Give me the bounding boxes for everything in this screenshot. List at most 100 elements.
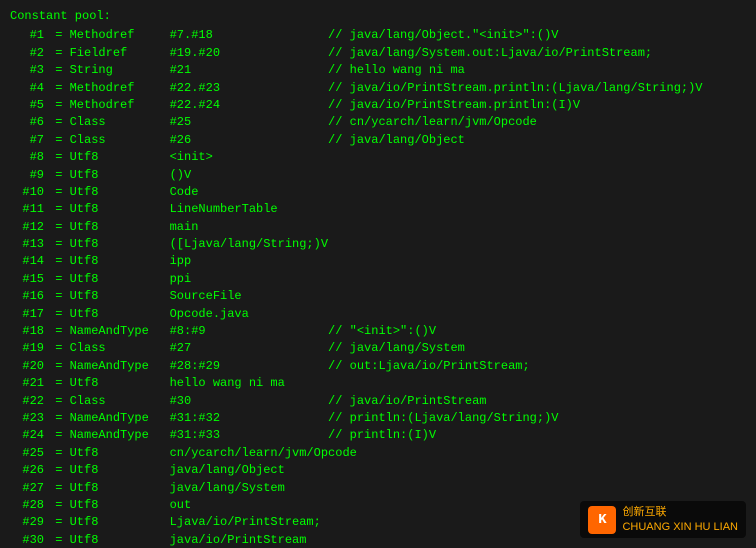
entry-comment: // java/lang/Object."<init>":()V (328, 27, 558, 44)
entry-comment: // java/io/PrintStream (328, 393, 486, 410)
entry-type: String (70, 62, 170, 79)
entry-type: Utf8 (70, 514, 170, 531)
entry-ref: #19.#20 (170, 45, 328, 62)
entry-ref: java/lang/System (170, 480, 328, 497)
entry-num: #3 (10, 62, 48, 79)
entry-type: Utf8 (70, 149, 170, 166)
table-row: #25 = Utf8 cn/ycarch/learn/jvm/Opcode (10, 445, 746, 462)
entry-type: Class (70, 132, 170, 149)
table-row: #26 = Utf8 java/lang/Object (10, 462, 746, 479)
entry-num: #23 (10, 410, 48, 427)
table-row: #27 = Utf8 java/lang/System (10, 480, 746, 497)
entry-num: #5 (10, 97, 48, 114)
entry-eq: = (48, 80, 70, 97)
entry-ref: #31:#32 (170, 410, 328, 427)
entry-type: Methodref (70, 80, 170, 97)
entry-num: #8 (10, 149, 48, 166)
entry-ref: #27 (170, 340, 328, 357)
entry-eq: = (48, 427, 70, 444)
entry-comment: // "<init>":()V (328, 323, 436, 340)
entry-eq: = (48, 497, 70, 514)
entry-type: Utf8 (70, 445, 170, 462)
entry-ref: ()V (170, 167, 328, 184)
entry-num: #29 (10, 514, 48, 531)
entry-ref: Opcode.java (170, 306, 328, 323)
table-row: #7 = Class #26 // java/lang/Object (10, 132, 746, 149)
entry-ref: out (170, 497, 328, 514)
entry-num: #7 (10, 132, 48, 149)
entry-ref: #7.#18 (170, 27, 328, 44)
entry-eq: = (48, 45, 70, 62)
entry-num: #6 (10, 114, 48, 131)
entry-type: NameAndType (70, 323, 170, 340)
table-row: #12 = Utf8 main (10, 219, 746, 236)
entry-eq: = (48, 132, 70, 149)
table-row: #17 = Utf8 Opcode.java (10, 306, 746, 323)
entry-type: Utf8 (70, 201, 170, 218)
entry-eq: = (48, 219, 70, 236)
entry-type: Utf8 (70, 236, 170, 253)
entry-ref: java/io/PrintStream (170, 532, 328, 548)
entry-type: Class (70, 340, 170, 357)
entry-eq: = (48, 201, 70, 218)
entry-eq: = (48, 184, 70, 201)
entry-eq: = (48, 514, 70, 531)
table-row: #16 = Utf8 SourceFile (10, 288, 746, 305)
entry-num: #30 (10, 532, 48, 548)
entry-ref: #28:#29 (170, 358, 328, 375)
entry-num: #15 (10, 271, 48, 288)
entry-eq: = (48, 236, 70, 253)
entry-type: Class (70, 114, 170, 131)
entry-type: Utf8 (70, 271, 170, 288)
entry-num: #10 (10, 184, 48, 201)
entry-eq: = (48, 288, 70, 305)
entry-eq: = (48, 27, 70, 44)
entry-num: #16 (10, 288, 48, 305)
entry-eq: = (48, 271, 70, 288)
entry-type: Utf8 (70, 167, 170, 184)
entry-num: #17 (10, 306, 48, 323)
entry-num: #20 (10, 358, 48, 375)
entry-ref: LineNumberTable (170, 201, 328, 218)
entry-ref: hello wang ni ma (170, 375, 328, 392)
header-line: Constant pool: (10, 8, 746, 25)
entry-comment: // java/io/PrintStream.println:(Ljava/la… (328, 80, 702, 97)
entry-ref: cn/ycarch/learn/jvm/Opcode (170, 445, 357, 462)
entries-container: #1 = Methodref #7.#18 // java/lang/Objec… (10, 27, 746, 548)
entry-eq: = (48, 323, 70, 340)
table-row: #3 = String #21 // hello wang ni ma (10, 62, 746, 79)
table-row: #18 = NameAndType #8:#9 // "<init>":()V (10, 323, 746, 340)
entry-type: Class (70, 393, 170, 410)
entry-num: #18 (10, 323, 48, 340)
entry-type: Utf8 (70, 288, 170, 305)
entry-comment: // out:Ljava/io/PrintStream; (328, 358, 530, 375)
entry-type: Utf8 (70, 480, 170, 497)
entry-type: Utf8 (70, 375, 170, 392)
watermark-icon: K (588, 506, 616, 534)
entry-type: NameAndType (70, 427, 170, 444)
entry-comment: // java/lang/System.out:Ljava/io/PrintSt… (328, 45, 652, 62)
entry-eq: = (48, 445, 70, 462)
table-row: #20 = NameAndType #28:#29 // out:Ljava/i… (10, 358, 746, 375)
entry-eq: = (48, 532, 70, 548)
entry-eq: = (48, 393, 70, 410)
entry-eq: = (48, 114, 70, 131)
entry-type: Utf8 (70, 184, 170, 201)
entry-comment: // java/lang/System (328, 340, 465, 357)
entry-ref: #22.#23 (170, 80, 328, 97)
entry-comment: // java/io/PrintStream.println:(I)V (328, 97, 580, 114)
entry-type: Utf8 (70, 219, 170, 236)
entry-ref: <init> (170, 149, 328, 166)
entry-num: #9 (10, 167, 48, 184)
entry-type: Utf8 (70, 306, 170, 323)
entry-num: #22 (10, 393, 48, 410)
entry-ref: #22.#24 (170, 97, 328, 114)
entry-eq: = (48, 358, 70, 375)
table-row: #10 = Utf8 Code (10, 184, 746, 201)
entry-type: Utf8 (70, 497, 170, 514)
entry-ref: main (170, 219, 328, 236)
entry-type: NameAndType (70, 410, 170, 427)
entry-eq: = (48, 375, 70, 392)
entry-type: Fieldref (70, 45, 170, 62)
watermark-text: 创新互联 CHUANG XIN HU LIAN (622, 505, 738, 534)
